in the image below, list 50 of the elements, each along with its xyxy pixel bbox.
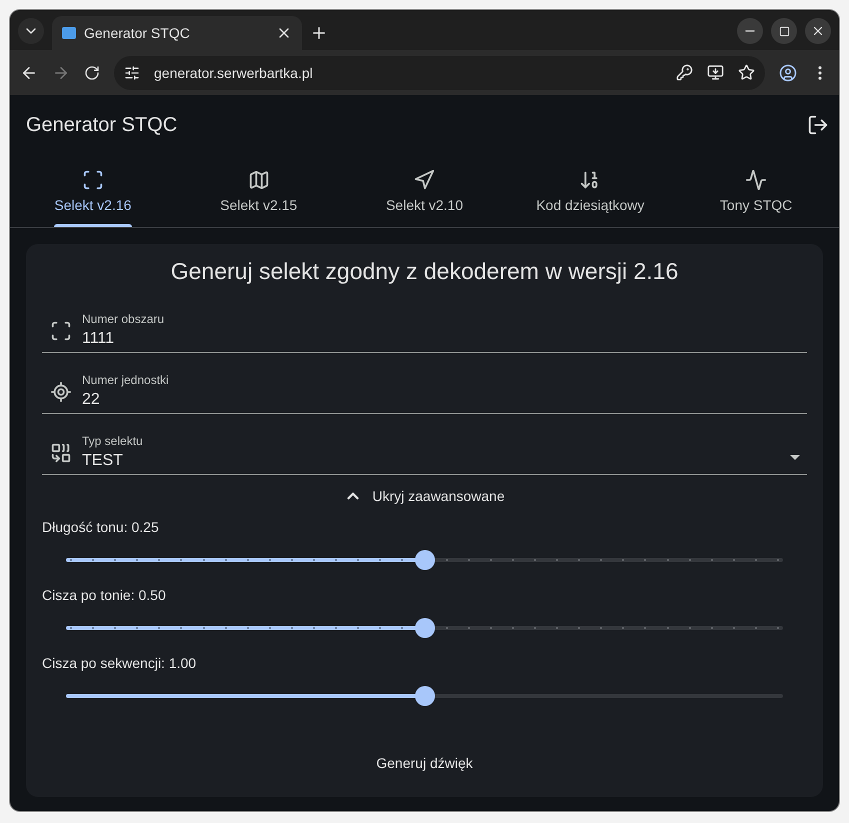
tab[interactable]: Kod dziesiątkowy xyxy=(507,155,674,227)
generate-button[interactable]: Generuj dźwięk xyxy=(364,747,485,779)
slider-thumb[interactable] xyxy=(414,550,434,570)
site-settings-icon[interactable] xyxy=(124,64,140,80)
target-icon xyxy=(50,381,72,403)
tab[interactable]: Selekt v2.10 xyxy=(342,155,508,227)
slider-label: Cisza po sekwencji: 1.00 xyxy=(42,655,198,671)
advanced-toggle[interactable]: Ukryj zaawansowane xyxy=(334,481,515,511)
app-title: Generator STQC xyxy=(26,114,178,136)
select-field[interactable]: Typ selektu TEST xyxy=(42,424,807,475)
url-text: generator.serwerbartka.pl xyxy=(154,64,314,80)
slider-label: Cisza po tonie: 0.50 xyxy=(42,587,167,603)
field-label: Numer jednostki xyxy=(82,373,170,387)
install-icon[interactable] xyxy=(707,64,724,81)
navigation-icon xyxy=(413,169,436,191)
slider[interactable] xyxy=(66,618,783,638)
scan-icon xyxy=(82,169,104,191)
browser-tab[interactable]: Generator STQC xyxy=(52,16,302,50)
input-field[interactable]: Numer jednostki 22 xyxy=(42,363,807,414)
logout-icon[interactable] xyxy=(807,114,829,136)
map-icon xyxy=(248,169,270,191)
tab[interactable]: Selekt v2.15 xyxy=(176,155,342,227)
input-field[interactable]: Numer obszaru 1111 xyxy=(42,302,807,353)
tab[interactable]: Selekt v2.16 xyxy=(10,155,176,227)
maximize-icon[interactable] xyxy=(778,26,790,36)
field-value: 22 xyxy=(82,391,101,409)
key-icon[interactable] xyxy=(676,64,693,81)
field-value: 1111 xyxy=(82,330,116,348)
browser-tab-title: Generator STQC xyxy=(84,25,191,41)
star-icon[interactable] xyxy=(738,64,755,81)
scan-icon xyxy=(50,320,72,342)
field-value: TEST xyxy=(82,452,124,470)
slider-thumb[interactable] xyxy=(414,618,434,638)
tab[interactable]: Tony STQC xyxy=(673,155,839,227)
dropdown-caret-icon xyxy=(790,455,800,460)
shapes-icon xyxy=(50,442,72,464)
reload-icon[interactable] xyxy=(84,64,100,80)
pulse-icon xyxy=(745,169,768,191)
slider[interactable] xyxy=(66,550,783,570)
address-bar[interactable]: generator.serwerbartka.pl xyxy=(114,56,765,90)
form-heading: Generuj selekt zgodny z dekoderem w wersji 2.16 xyxy=(170,258,680,285)
close-icon[interactable] xyxy=(811,24,825,38)
slider-thumb[interactable] xyxy=(414,686,434,706)
slider[interactable] xyxy=(66,686,783,706)
field-label: Numer obszaru xyxy=(82,312,166,326)
slider-label: Długość tonu: 0.25 xyxy=(42,519,160,535)
profile-icon[interactable] xyxy=(779,64,797,82)
new-tab-icon[interactable] xyxy=(310,24,328,42)
favicon-icon xyxy=(62,27,76,39)
field-label: Typ selektu xyxy=(82,434,144,448)
